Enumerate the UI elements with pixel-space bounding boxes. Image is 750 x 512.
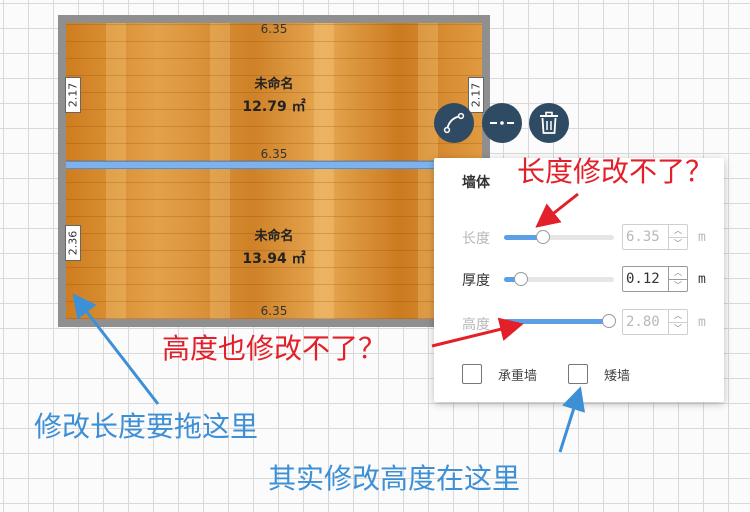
height-here-note: 其实修改高度在这里 — [268, 462, 521, 495]
arrow-to-low-wall-checkbox — [558, 386, 586, 453]
drag-note: 修改长度要拖这里 — [34, 410, 259, 443]
length-note: 长度修改不了？ — [517, 155, 714, 188]
arrow-to-height-slider — [431, 317, 524, 348]
arrow-to-wall-corner — [72, 293, 160, 405]
height-note: 高度也修改不了？ — [162, 332, 387, 365]
arrow-to-length-slider — [535, 192, 579, 228]
